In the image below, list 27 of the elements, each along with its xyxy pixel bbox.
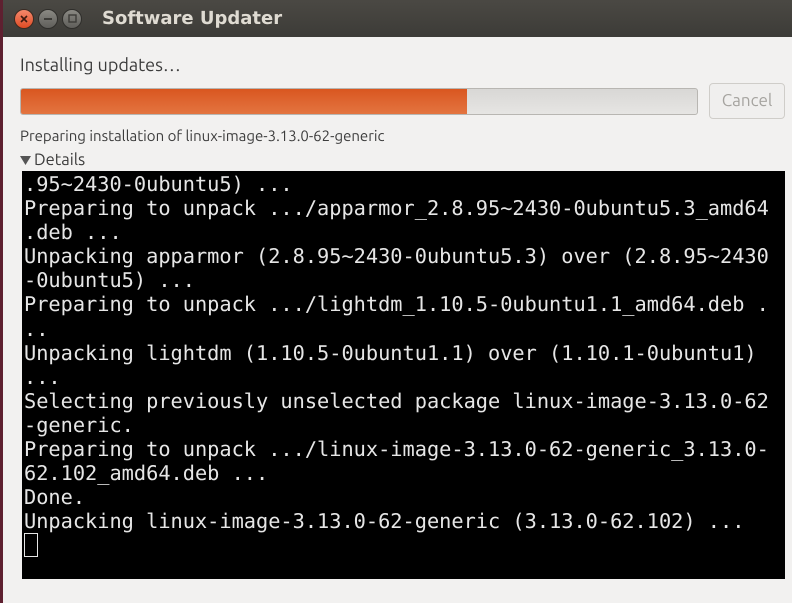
terminal-line: Preparing to unpack .../linux-image-3.13.0-62-generic_3.13.0- [24, 437, 769, 462]
close-button[interactable] [14, 8, 34, 28]
close-icon [20, 14, 28, 22]
terminal-line: Unpacking apparmor (2.8.95~2430-0ubuntu5.3) over (2.8.95~2430 [24, 244, 769, 268]
terminal-line: ... [24, 364, 61, 389]
terminal-line: .. [24, 316, 48, 341]
terminal-line: Selecting previously unselected package linux-image-3.13.0-62 [24, 388, 769, 413]
terminal-line: Done. [24, 485, 86, 510]
terminal-line: Unpacking lightdm (1.10.5-0ubuntu1.1) over (1.10.1-0ubuntu1) [24, 340, 757, 365]
terminal-line: 62.102_amd64.deb ... [24, 461, 268, 486]
terminal-line: Preparing to unpack .../lightdm_1.10.5-0ubuntu1.1_amd64.deb . [24, 292, 769, 317]
maximize-icon [68, 14, 76, 23]
terminal-line: .95~2430-0ubuntu5) ... [24, 172, 293, 196]
terminal-line: -0ubuntu5) ... [24, 268, 195, 292]
terminal-line: Preparing to unpack .../apparmor_2.8.95~2430-0ubuntu5.3_amd64 [24, 196, 769, 220]
details-expander[interactable]: Details [20, 150, 86, 170]
terminal-line: Unpacking linux-image-3.13.0-62-generic (3.13.0-62.102) ... [24, 509, 744, 534]
terminal-cursor [24, 533, 38, 558]
terminal-line: .deb ... [24, 220, 122, 244]
maximize-button[interactable] [62, 8, 82, 28]
window-title: Software Updater [102, 7, 282, 31]
status-text: Installing updates… [20, 54, 181, 77]
minimize-button[interactable] [38, 8, 58, 28]
minimize-icon [44, 18, 52, 20]
step-text: Preparing installation of linux-image-3.13.0-62-generic [20, 126, 385, 146]
terminal-line: -generic. [24, 412, 134, 438]
expander-arrow-icon [20, 156, 31, 164]
